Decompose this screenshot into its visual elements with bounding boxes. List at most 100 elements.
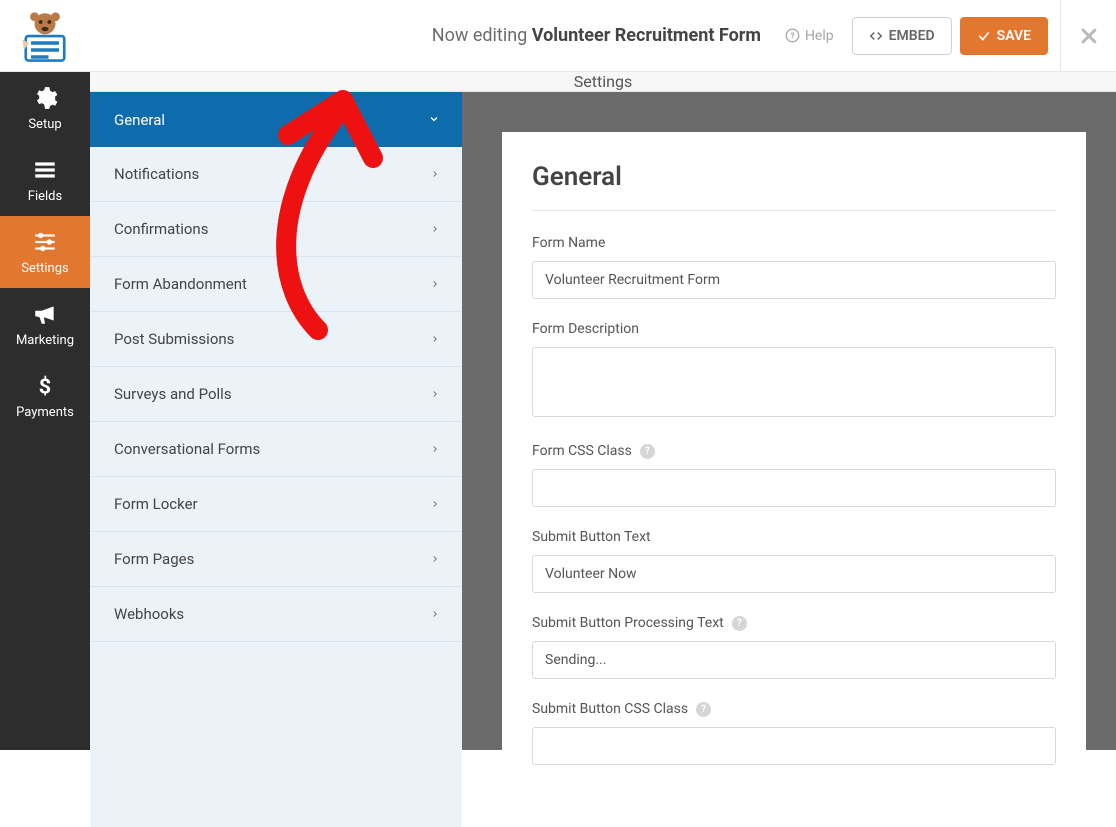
settings-item-surveys-and-polls[interactable]: Surveys and Polls: [90, 367, 462, 422]
code-icon: [869, 29, 883, 43]
field-group-submit-button-css-class: Submit Button CSS Class ?: [532, 701, 1056, 765]
settings-item-label: Form Abandonment: [114, 275, 247, 293]
title-area: Now editing Volunteer Recruitment Form ?…: [90, 17, 1060, 55]
field-group-form-name: Form Name: [532, 235, 1056, 299]
form-description-input[interactable]: [532, 347, 1056, 417]
field-label: Submit Button Processing Text ?: [532, 615, 1056, 631]
help-link[interactable]: ? Help: [785, 28, 834, 44]
nav-item-marketing[interactable]: Marketing: [0, 288, 90, 360]
label-text: Form Name: [532, 235, 605, 251]
brand-area: [0, 8, 90, 64]
close-icon: [1079, 26, 1099, 46]
nav-item-fields[interactable]: Fields: [0, 144, 90, 216]
nav-item-payments[interactable]: $ Payments: [0, 360, 90, 432]
chevron-right-icon: [430, 330, 440, 348]
list-icon: [32, 157, 58, 183]
chevron-right-icon: [430, 550, 440, 568]
field-group-form-description: Form Description: [532, 321, 1056, 421]
settings-item-label: Conversational Forms: [114, 440, 260, 458]
settings-item-form-abandonment[interactable]: Form Abandonment: [90, 257, 462, 312]
field-label: Submit Button Text: [532, 529, 1056, 545]
gear-icon: [32, 85, 58, 111]
field-group-form-css-class: Form CSS Class ?: [532, 443, 1056, 507]
settings-item-notifications[interactable]: Notifications: [90, 147, 462, 202]
general-panel: General Form Name Form Description: [502, 132, 1086, 827]
embed-button[interactable]: EMBED: [852, 17, 952, 55]
chevron-right-icon: [430, 275, 440, 293]
close-button[interactable]: [1060, 0, 1116, 72]
field-label: Form Name: [532, 235, 1056, 251]
help-tooltip-icon[interactable]: ?: [732, 616, 747, 631]
left-nav: Setup Fields Settings Marketing $ Paymen…: [0, 72, 90, 750]
settings-item-label: Form Pages: [114, 550, 194, 568]
form-css-class-input[interactable]: [532, 469, 1056, 507]
settings-item-label: Form Locker: [114, 495, 198, 513]
settings-item-label: Post Submissions: [114, 330, 234, 348]
help-tooltip-icon[interactable]: ?: [640, 444, 655, 459]
center-pane: Settings General Notifications: [90, 72, 1116, 750]
embed-label: EMBED: [889, 28, 935, 44]
settings-item-form-pages[interactable]: Form Pages: [90, 532, 462, 587]
submit-button-processing-text-input[interactable]: [532, 641, 1056, 679]
label-text: Submit Button Text: [532, 529, 651, 545]
submit-button-css-class-input[interactable]: [532, 727, 1056, 765]
label-text: Submit Button CSS Class: [532, 701, 688, 717]
nav-label: Fields: [28, 189, 62, 204]
wpforms-logo-icon: [17, 8, 73, 64]
field-label: Form Description: [532, 321, 1056, 337]
settings-item-conversational-forms[interactable]: Conversational Forms: [90, 422, 462, 477]
panel-wrap: General Form Name Form Description: [462, 92, 1116, 827]
nav-label: Payments: [16, 405, 74, 420]
now-editing-text: Now editing Volunteer Recruitment Form: [432, 25, 761, 46]
field-label: Submit Button CSS Class ?: [532, 701, 1056, 717]
nav-label: Setup: [28, 117, 61, 132]
form-name-input[interactable]: [532, 261, 1056, 299]
top-bar: Now editing Volunteer Recruitment Form ?…: [0, 0, 1116, 72]
submit-button-text-input[interactable]: [532, 555, 1056, 593]
save-label: SAVE: [997, 28, 1031, 44]
settings-item-confirmations[interactable]: Confirmations: [90, 202, 462, 257]
save-button[interactable]: SAVE: [960, 17, 1048, 55]
chevron-right-icon: [430, 605, 440, 623]
chevron-right-icon: [430, 440, 440, 458]
help-icon: ?: [785, 28, 800, 43]
svg-text:$: $: [39, 374, 51, 398]
settings-item-label: General: [114, 111, 165, 129]
chevron-right-icon: [430, 165, 440, 183]
editing-form-name: Volunteer Recruitment Form: [532, 25, 761, 46]
bullhorn-icon: [32, 301, 58, 327]
nav-item-settings[interactable]: Settings: [0, 216, 90, 288]
field-group-submit-button-processing-text: Submit Button Processing Text ?: [532, 615, 1056, 679]
settings-item-label: Surveys and Polls: [114, 385, 232, 403]
label-text: Form Description: [532, 321, 639, 337]
nav-label: Settings: [21, 261, 68, 276]
chevron-down-icon: [428, 111, 440, 129]
nav-label: Marketing: [16, 333, 74, 348]
center-header-title: Settings: [574, 72, 632, 91]
center-header: Settings: [90, 72, 1116, 92]
label-text: Submit Button Processing Text: [532, 615, 724, 631]
settings-item-post-submissions[interactable]: Post Submissions: [90, 312, 462, 367]
field-group-submit-button-text: Submit Button Text: [532, 529, 1056, 593]
svg-text:?: ?: [790, 31, 794, 41]
center-body: General Notifications Confirmations: [90, 92, 1116, 827]
now-editing-prefix: Now editing: [432, 25, 527, 46]
dollar-icon: $: [32, 373, 58, 399]
app-body: Setup Fields Settings Marketing $ Paymen…: [0, 72, 1116, 750]
settings-item-form-locker[interactable]: Form Locker: [90, 477, 462, 532]
settings-item-label: Confirmations: [114, 220, 208, 238]
settings-item-label: Notifications: [114, 165, 199, 183]
help-tooltip-icon[interactable]: ?: [696, 702, 711, 717]
help-label: Help: [805, 28, 834, 44]
panel-title: General: [532, 162, 1056, 211]
settings-item-label: Webhooks: [114, 605, 184, 623]
sliders-icon: [32, 229, 58, 255]
chevron-right-icon: [430, 495, 440, 513]
nav-item-setup[interactable]: Setup: [0, 72, 90, 144]
label-text: Form CSS Class: [532, 443, 632, 459]
settings-item-webhooks[interactable]: Webhooks: [90, 587, 462, 642]
field-label: Form CSS Class ?: [532, 443, 1056, 459]
chevron-right-icon: [430, 220, 440, 238]
settings-item-general[interactable]: General: [90, 92, 462, 147]
chevron-right-icon: [430, 385, 440, 403]
